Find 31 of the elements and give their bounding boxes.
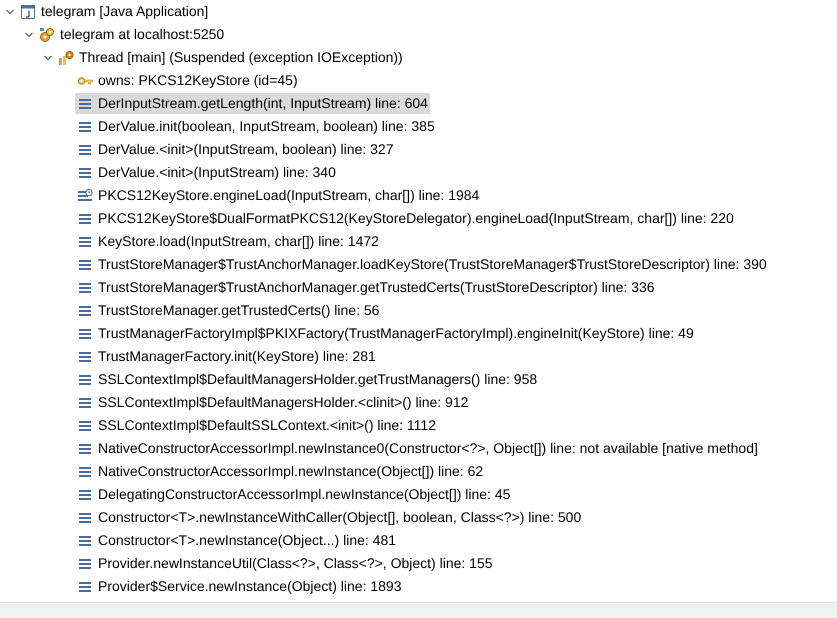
tree-item[interactable]: TrustStoreManager.getTrustedCerts() line: 56 — [75, 300, 382, 321]
tree-item[interactable]: PKCS12KeyStore$DualFormatPKCS12(KeyStoreDelegator).engineLoad(InputStream, char[]) line: 220 — [75, 208, 736, 229]
tree-item[interactable]: TrustStoreManager$TrustAnchorManager.loadKeyStore(TrustStoreManager$TrustStoreDescriptor) line: 390 — [75, 254, 769, 275]
tree-item[interactable]: KeyStore.load(InputStream, char[]) line: 1472 — [75, 231, 381, 252]
tree-item[interactable]: DelegatingConstructorAccessorImpl.newInstance(Object[]) line: 45 — [75, 484, 512, 505]
tree-item[interactable]: TrustManagerFactory.init(KeyStore) line: 281 — [75, 346, 378, 367]
thread-gear-icon — [58, 50, 74, 66]
tree-item[interactable]: NativeConstructorAccessorImpl.newInstance(Object[]) line: 62 — [75, 461, 486, 482]
application-window-icon — [20, 4, 36, 20]
tree-item[interactable]: SSLContextImpl$DefaultManagersHolder.getTrustManagers() line: 958 — [75, 369, 540, 390]
stack-frame-clock-icon — [77, 188, 93, 204]
tree-item[interactable]: DerValue.<init>(InputStream, boolean) line: 327 — [75, 139, 396, 160]
tree-item[interactable]: telegram at localhost:5250 — [37, 24, 226, 45]
tree-item[interactable]: Provider.newInstanceUtil(Class<?>, Class<?>, Object) line: 155 — [75, 553, 495, 574]
tree-item[interactable]: DerValue.init(boolean, InputStream, boolean) line: 385 — [75, 116, 437, 137]
scrollbar[interactable] — [0, 602, 837, 618]
tree-item[interactable]: DerInputStream.getLength(int, InputStream) line: 604 — [75, 93, 430, 114]
tree-item[interactable]: NativeConstructorAccessorImpl.newInstance0(Constructor<?>, Object[]) line: not available [native method] — [75, 438, 760, 459]
tree-item[interactable]: Thread [main] (Suspended (exception IOException)) — [56, 47, 405, 68]
tree-item[interactable]: Constructor<T>.newInstance(Object...) line: 481 — [75, 530, 398, 551]
gears-icon — [39, 26, 55, 42]
tree-item[interactable]: Constructor<T>.newInstanceWithCaller(Object[], boolean, Class<?>) line: 500 — [75, 507, 584, 528]
tree-item[interactable]: owns: PKCS12KeyStore (id=45) — [75, 70, 300, 91]
tree-item[interactable]: PKCS12KeyStore.engineLoad(InputStream, char[]) line: 1984 — [75, 185, 482, 206]
tree-item[interactable]: SSLContextImpl$DefaultManagersHolder.<clinit>() line: 912 — [75, 392, 470, 413]
tree-item[interactable]: SSLContextImpl$DefaultSSLContext.<init>() line: 1112 — [75, 415, 438, 436]
tree-item[interactable]: DerValue.<init>(InputStream) line: 340 — [75, 162, 338, 183]
tree-item[interactable]: Provider$Service.newInstance(Object) line: 1893 — [75, 576, 404, 597]
tree-item[interactable]: telegram [Java Application] — [18, 1, 210, 22]
tree-item[interactable]: TrustStoreManager$TrustAnchorManager.getTrustedCerts(TrustStoreDescriptor) line: 336 — [75, 277, 657, 298]
tree-item[interactable]: TrustManagerFactoryImpl$PKIXFactory(TrustManagerFactoryImpl).engineInit(KeyStore) line: 49 — [75, 323, 696, 344]
